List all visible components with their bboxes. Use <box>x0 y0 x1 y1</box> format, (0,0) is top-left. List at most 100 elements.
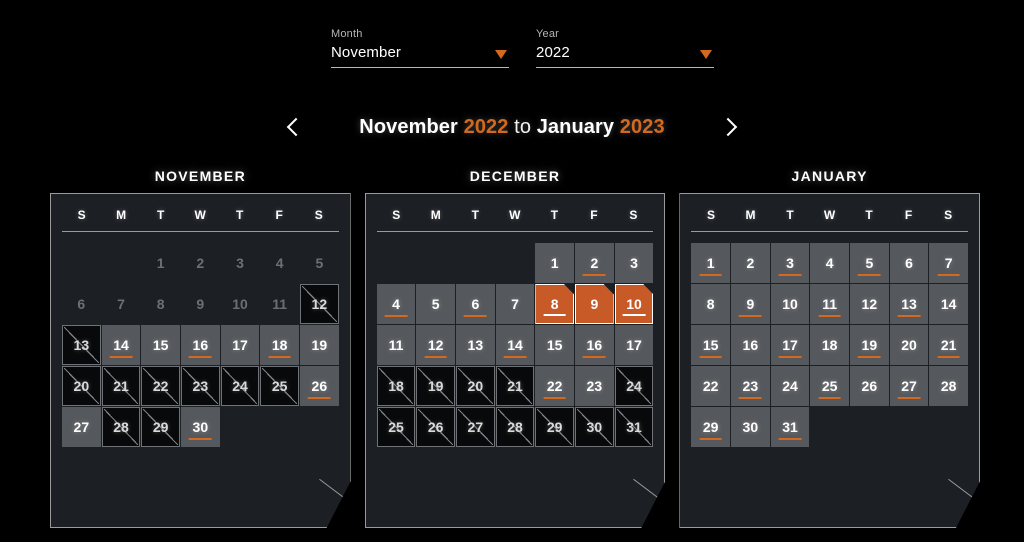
day-cell-blocked[interactable]: 28 <box>495 407 535 447</box>
day-number: 28 <box>940 378 957 394</box>
day-cell-available[interactable]: 11 <box>810 284 849 324</box>
day-cell-selected[interactable]: 9 <box>575 284 614 324</box>
day-cell-available[interactable]: 18 <box>260 325 299 365</box>
day-cell-available[interactable]: 9 <box>731 284 770 324</box>
day-cell-available[interactable]: 14 <box>495 325 535 365</box>
day-number: 10 <box>232 296 248 312</box>
day-cell-blocked[interactable]: 21 <box>495 366 535 406</box>
day-number: 25 <box>388 419 404 435</box>
day-cell-available[interactable]: 15 <box>691 325 730 365</box>
day-cell-available[interactable]: 23 <box>575 366 614 406</box>
day-cell-available[interactable]: 23 <box>731 366 770 406</box>
day-number: 1 <box>706 255 715 271</box>
day-cell-available[interactable]: 3 <box>770 243 810 283</box>
day-cell-available[interactable]: 3 <box>614 243 654 283</box>
day-cell-available[interactable]: 22 <box>691 366 730 406</box>
day-cell-available[interactable]: 5 <box>416 284 455 324</box>
day-cell-available[interactable]: 20 <box>889 325 929 365</box>
day-cell-blocked[interactable]: 23 <box>181 366 220 406</box>
chevron-left-icon[interactable] <box>281 108 307 146</box>
day-cell-blocked[interactable]: 21 <box>101 366 141 406</box>
year-select[interactable]: Year 2022 <box>536 28 714 68</box>
day-cell-available[interactable]: 2 <box>575 243 614 283</box>
day-cell-available[interactable]: 27 <box>889 366 929 406</box>
day-cell-blocked[interactable]: 19 <box>416 366 455 406</box>
day-cell-available[interactable]: 30 <box>181 407 220 447</box>
chevron-right-icon[interactable] <box>717 108 743 146</box>
day-cell-available[interactable]: 19 <box>850 325 889 365</box>
day-cell-available[interactable]: 5 <box>850 243 889 283</box>
chevron-down-icon[interactable] <box>495 50 507 59</box>
day-cell-available[interactable]: 13 <box>456 325 495 365</box>
day-number: 14 <box>940 296 957 312</box>
day-cell-selected[interactable]: 10 <box>614 284 654 324</box>
day-cell-available[interactable]: 29 <box>691 407 730 447</box>
day-cell-available[interactable]: 28 <box>929 366 969 406</box>
day-cell-available[interactable]: 15 <box>535 325 574 365</box>
day-cell-available[interactable]: 17 <box>220 325 260 365</box>
day-cell-available[interactable]: 12 <box>416 325 455 365</box>
day-cell-available[interactable]: 27 <box>62 407 101 447</box>
day-cell-blocked[interactable]: 22 <box>141 366 180 406</box>
day-cell-available[interactable]: 1 <box>691 243 730 283</box>
day-cell-available[interactable]: 6 <box>456 284 495 324</box>
weekday-label: W <box>509 208 521 222</box>
day-cell-available[interactable]: 16 <box>575 325 614 365</box>
day-cell-disabled: 7 <box>102 284 141 324</box>
chevron-down-icon[interactable] <box>700 50 712 59</box>
day-number: 12 <box>427 337 444 353</box>
day-cell-available[interactable]: 6 <box>889 243 929 283</box>
day-cell-blocked[interactable]: 20 <box>62 366 101 406</box>
day-cell-available[interactable]: 31 <box>770 407 810 447</box>
day-cell-blocked[interactable]: 26 <box>416 407 455 447</box>
day-cell-available[interactable]: 18 <box>810 325 849 365</box>
day-cell-blocked[interactable]: 13 <box>62 325 101 365</box>
day-cell-blocked[interactable]: 25 <box>376 407 416 447</box>
day-number: 18 <box>821 337 838 353</box>
day-cell-available[interactable]: 12 <box>850 284 889 324</box>
month-select[interactable]: Month November <box>331 28 509 68</box>
day-cell-blocked[interactable]: 24 <box>220 366 260 406</box>
day-cell-blocked[interactable]: 20 <box>456 366 495 406</box>
day-cell-available[interactable]: 13 <box>889 284 929 324</box>
day-cell-blocked[interactable]: 29 <box>141 407 180 447</box>
day-cell-available[interactable]: 21 <box>929 325 969 365</box>
day-cell-available[interactable]: 7 <box>495 284 535 324</box>
day-cell-available[interactable]: 26 <box>300 366 339 406</box>
day-cell-available[interactable]: 11 <box>376 325 416 365</box>
day-cell-available[interactable]: 24 <box>770 366 810 406</box>
day-cell-available[interactable]: 7 <box>929 243 969 283</box>
day-cell-blocked[interactable]: 24 <box>614 366 654 406</box>
day-cell-available[interactable]: 4 <box>810 243 849 283</box>
day-cell-blocked[interactable]: 27 <box>456 407 495 447</box>
day-cell-available[interactable]: 14 <box>929 284 969 324</box>
day-cell-available[interactable]: 19 <box>300 325 339 365</box>
day-cell-blocked[interactable]: 28 <box>101 407 141 447</box>
day-cell-available[interactable]: 26 <box>850 366 889 406</box>
range-end-year: 2023 <box>619 115 665 138</box>
date-range-title: November 2022 to January 2023 <box>359 116 664 139</box>
day-cell-available[interactable]: 2 <box>731 243 770 283</box>
day-number: 6 <box>905 255 913 271</box>
day-cell-blocked[interactable]: 29 <box>535 407 574 447</box>
day-cell-available[interactable]: 4 <box>376 284 416 324</box>
day-cell-available[interactable]: 10 <box>770 284 810 324</box>
day-cell-available[interactable]: 25 <box>810 366 849 406</box>
day-cell-available[interactable]: 8 <box>691 284 730 324</box>
day-cell-available[interactable]: 22 <box>535 366 574 406</box>
day-cell-available[interactable]: 16 <box>731 325 770 365</box>
day-cell-blocked[interactable]: 18 <box>376 366 416 406</box>
weekday-label: M <box>116 208 127 222</box>
day-cell-available[interactable]: 14 <box>101 325 141 365</box>
day-cell-blocked[interactable]: 30 <box>575 407 614 447</box>
day-cell-available[interactable]: 17 <box>770 325 810 365</box>
day-cell-blocked[interactable]: 25 <box>260 366 299 406</box>
day-cell-blocked[interactable]: 31 <box>614 407 654 447</box>
day-cell-available[interactable]: 15 <box>141 325 180 365</box>
day-cell-blocked[interactable]: 12 <box>300 284 339 324</box>
day-cell-available[interactable]: 30 <box>731 407 770 447</box>
day-cell-selected[interactable]: 8 <box>535 284 574 324</box>
day-cell-available[interactable]: 17 <box>614 325 654 365</box>
day-cell-available[interactable]: 16 <box>181 325 220 365</box>
day-cell-available[interactable]: 1 <box>535 243 574 283</box>
